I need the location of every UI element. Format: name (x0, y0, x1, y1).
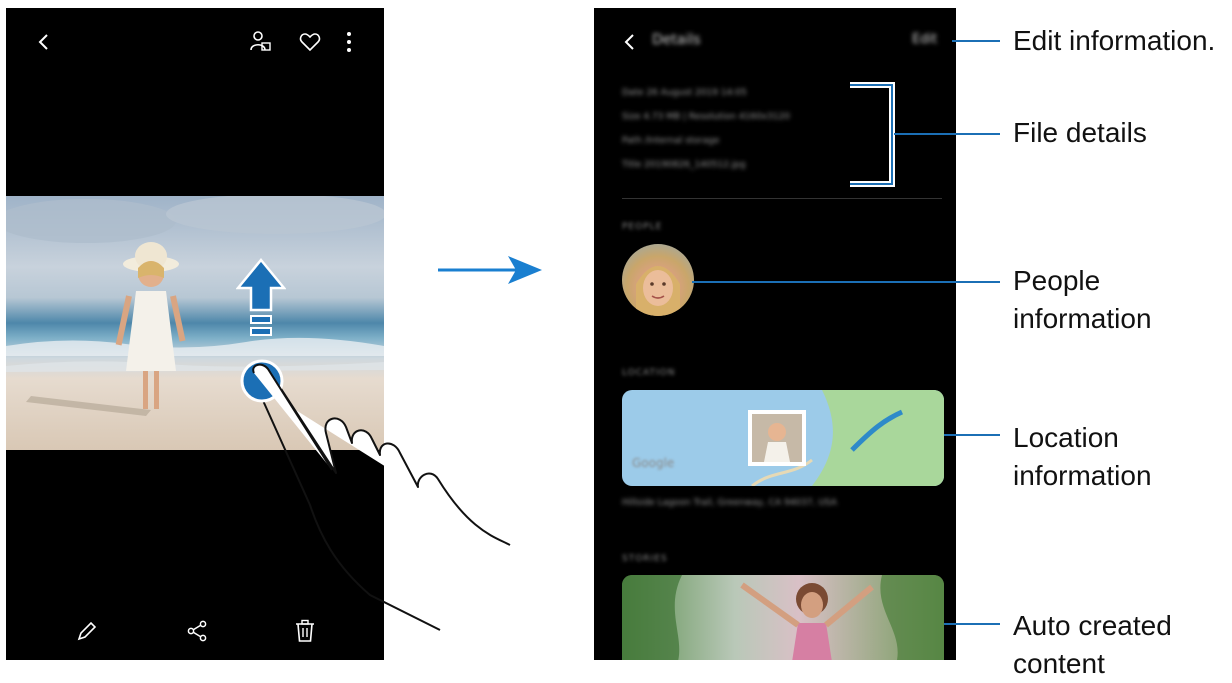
location-section-label: LOCATION (622, 368, 676, 378)
edit-button[interactable]: Edit (912, 32, 937, 47)
edit-callout-line (952, 40, 1000, 42)
map-graphic (748, 390, 944, 486)
edit-pencil-icon[interactable] (76, 620, 98, 642)
file-date: Date 26 August 2019 14:05 (622, 88, 747, 98)
back-icon[interactable] (36, 32, 52, 52)
person-face-illustration (636, 266, 680, 316)
details-screen: Details Edit Date 26 August 2019 14:05 S… (594, 8, 956, 660)
story-thumbnail[interactable] (622, 575, 944, 660)
location-map[interactable]: Google (622, 390, 944, 486)
share-icon[interactable] (186, 620, 208, 642)
location-callout-line (944, 434, 1000, 436)
location-label-line1: Location (1013, 422, 1119, 453)
people-information-label: People information (1013, 262, 1152, 338)
file-path: Path /Internal storage (622, 136, 720, 146)
file-details-label: File details (1013, 117, 1147, 148)
people-label-line1: People (1013, 265, 1101, 296)
divider (622, 198, 942, 199)
people-callout-line (692, 281, 1000, 283)
file-size-resolution: Size 4.73 MB | Resolution 4160x3120 (622, 112, 790, 122)
map-brand-label: Google (632, 456, 675, 470)
people-label-line2: information (1013, 303, 1152, 334)
more-options-icon[interactable] (344, 30, 354, 54)
stories-section-label: STORIES (622, 554, 668, 564)
tag-people-icon[interactable] (250, 30, 272, 54)
location-label-line2: information (1013, 460, 1152, 491)
location-information-label: Location information (1013, 419, 1152, 495)
edit-information-label: Edit information. (1013, 25, 1216, 56)
auto-created-content-label: Auto created content (1013, 607, 1172, 683)
hand-gesture-illustration (240, 359, 511, 631)
details-title: Details (652, 32, 701, 48)
auto-callout-line (944, 623, 1000, 625)
story-scene (622, 575, 944, 660)
details-back-icon[interactable] (622, 32, 638, 52)
auto-label-line1: Auto created (1013, 610, 1172, 641)
location-address: Hillside Lagoon Trail, Greenway, CA 9403… (622, 498, 837, 508)
favorite-heart-icon[interactable] (299, 32, 321, 52)
next-step-arrow-icon (438, 256, 542, 284)
file-details-bracket (850, 82, 895, 187)
swipe-up-arrow-icon (236, 258, 286, 336)
people-section-label: PEOPLE (622, 222, 663, 232)
auto-label-line2: content (1013, 648, 1105, 679)
file-title: Title 20190826_140512.jpg (622, 160, 746, 170)
file-callout-line (894, 133, 1000, 135)
person-face-avatar[interactable] (622, 244, 694, 316)
